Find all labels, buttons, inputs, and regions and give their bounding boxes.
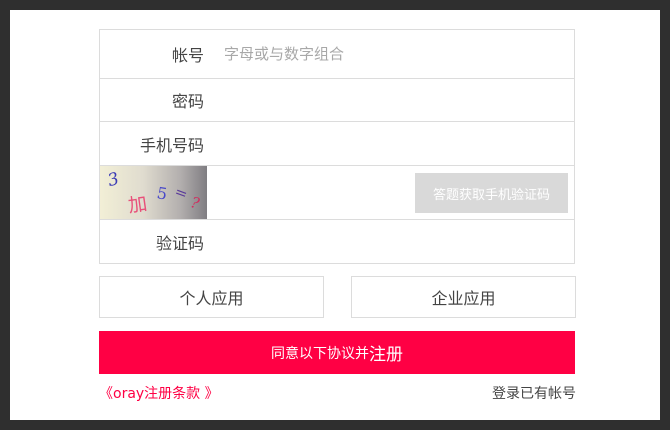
captcha-row: 3 加 5 = ? 答题获取手机验证码: [100, 166, 574, 221]
captcha-char: 3: [105, 168, 122, 192]
phone-label: 手机号码: [139, 135, 204, 155]
register-button[interactable]: 同意以下协议并 注册: [99, 331, 575, 374]
captcha-char: 加: [126, 192, 149, 218]
registration-panel: 帐号 密码 手机号码 3 加 5 = ? 答题获取手机验证码 验证码 个: [10, 10, 660, 420]
captcha-char: ?: [188, 193, 202, 213]
registration-form: 帐号 密码 手机号码 3 加 5 = ? 答题获取手机验证码 验证码: [99, 29, 575, 264]
password-row: 密码: [100, 79, 574, 122]
account-label: 帐号: [171, 46, 204, 65]
code-row: 验证码: [100, 220, 574, 263]
password-label: 密码: [171, 92, 204, 111]
enterprise-app-option[interactable]: 企业应用: [351, 276, 576, 318]
password-input[interactable]: [224, 79, 564, 121]
register-button-emphasis: 注册: [369, 345, 403, 365]
sms-code-input[interactable]: [224, 220, 564, 263]
phone-row: 手机号码: [100, 122, 574, 166]
captcha-char: =: [172, 182, 191, 204]
login-existing-account-link[interactable]: 登录已有帐号: [492, 383, 576, 403]
phone-input[interactable]: [224, 122, 564, 165]
terms-link[interactable]: 《oray注册条款 》: [99, 383, 219, 403]
captcha-image[interactable]: 3 加 5 = ?: [100, 166, 207, 219]
code-label: 验证码: [155, 233, 204, 253]
personal-app-option[interactable]: 个人应用: [99, 276, 324, 318]
captcha-char: 5: [155, 183, 169, 204]
captcha-answer-input[interactable]: [210, 166, 414, 221]
account-row: 帐号: [100, 30, 574, 79]
get-sms-code-button[interactable]: 答题获取手机验证码: [415, 173, 568, 213]
account-input[interactable]: [224, 30, 564, 78]
register-button-prefix: 同意以下协议并: [271, 345, 369, 362]
